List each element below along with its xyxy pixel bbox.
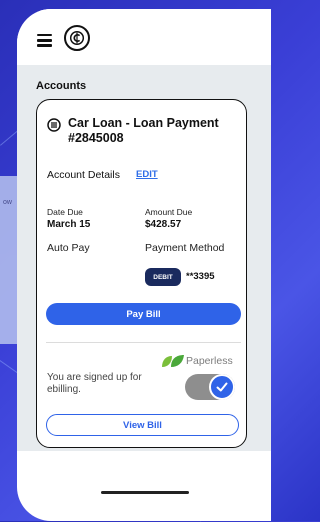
divider bbox=[46, 342, 241, 343]
phone-screen: Accounts Car Loan - Loan Payment #284500… bbox=[17, 9, 271, 521]
main-content: Accounts Car Loan - Loan Payment #284500… bbox=[17, 65, 271, 451]
account-details-label: Account Details bbox=[47, 169, 120, 181]
date-due-label: Date Due bbox=[47, 207, 83, 217]
account-card: Car Loan - Loan Payment #2845008 Account… bbox=[36, 99, 247, 448]
auto-pay-label: Auto Pay bbox=[47, 242, 90, 254]
document-icon bbox=[47, 118, 61, 132]
payment-account-number: **3395 bbox=[186, 271, 215, 282]
payment-method-label: Payment Method bbox=[145, 242, 225, 254]
leaf-icon bbox=[160, 353, 186, 369]
debit-badge: DEBIT bbox=[145, 268, 181, 286]
paperless-status: You are signed up for ebilling. bbox=[47, 372, 142, 395]
edit-link[interactable]: EDIT bbox=[136, 169, 158, 180]
hamburger-icon[interactable] bbox=[37, 34, 52, 47]
section-title: Accounts bbox=[36, 80, 87, 92]
paperless-toggle[interactable] bbox=[185, 374, 235, 400]
checkmark-icon bbox=[209, 374, 235, 400]
amount-due-value: $428.57 bbox=[145, 219, 182, 230]
home-indicator[interactable] bbox=[101, 491, 189, 494]
paperless-label: Paperless bbox=[186, 355, 233, 367]
pay-bill-button[interactable]: Pay Bill bbox=[46, 303, 241, 325]
amount-due-label: Amount Due bbox=[145, 207, 193, 217]
coin-logo-icon bbox=[64, 25, 90, 51]
date-due-value: March 15 bbox=[47, 219, 91, 230]
top-bar bbox=[17, 9, 271, 65]
view-bill-button[interactable]: View Bill bbox=[46, 414, 239, 436]
card-title: Car Loan - Loan Payment #2845008 bbox=[68, 116, 219, 145]
background-card-label: ow bbox=[3, 199, 12, 206]
